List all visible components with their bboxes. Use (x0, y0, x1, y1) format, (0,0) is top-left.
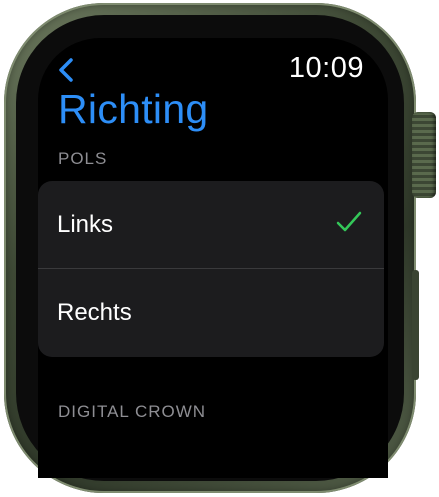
checkmark-icon (336, 211, 362, 232)
clock-time: 10:09 (288, 52, 364, 84)
option-links[interactable]: Links (38, 181, 384, 268)
option-rechts[interactable]: Rechts (38, 268, 384, 356)
section-header-digital-crown: DIGITAL CROWN (58, 402, 207, 421)
chevron-left-icon (59, 58, 73, 82)
back-button[interactable] (56, 56, 78, 84)
page-title: Richting (58, 86, 209, 132)
digital-crown[interactable] (412, 112, 436, 198)
side-button[interactable] (412, 270, 419, 380)
section-header-pols: POLS (58, 149, 108, 168)
wrist-options-list: Links Rechts (38, 181, 384, 357)
option-label: Rechts (57, 298, 132, 326)
watch-screen: 10:09 Richting POLS Links Rechts DIGITAL… (38, 38, 388, 478)
option-label: Links (57, 210, 114, 238)
